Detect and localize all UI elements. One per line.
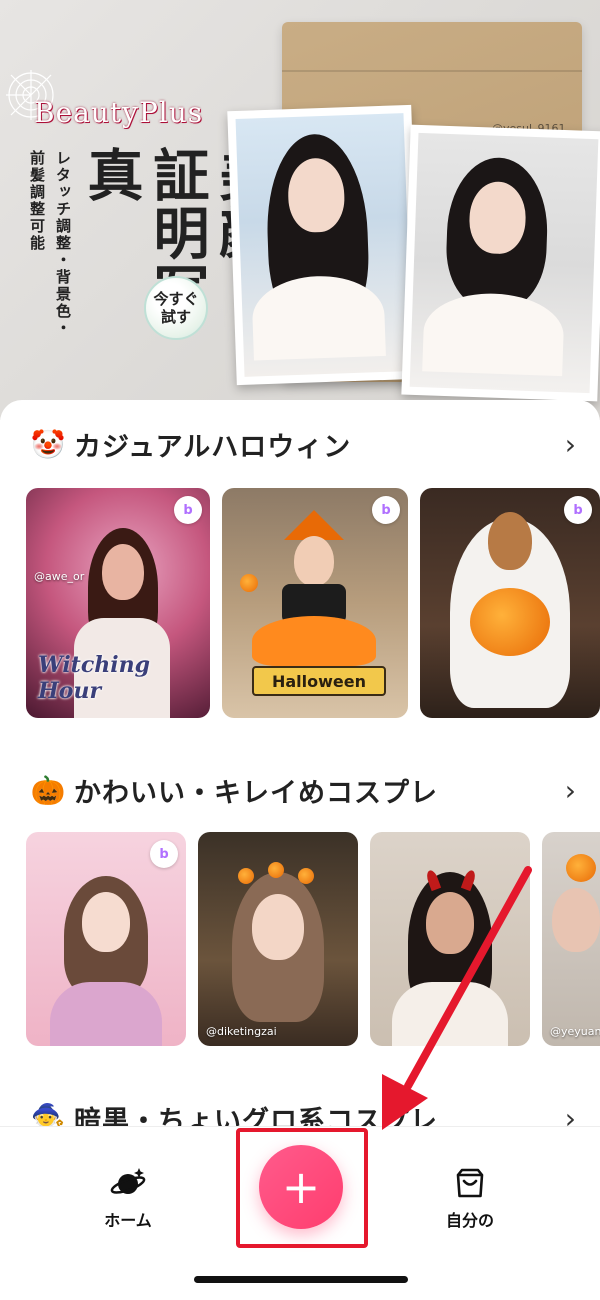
- annotation-highlight-box: [236, 1128, 368, 1248]
- banner-subtitle: レタッチ調整・背景色・ 前髪調整可能: [28, 150, 72, 337]
- bag-icon: [450, 1163, 490, 1203]
- section-title: カジュアルハロウィン: [74, 431, 352, 463]
- credit-label: @yeyuanla: [550, 1025, 600, 1038]
- banner-underline: [250, 378, 356, 381]
- beauty-badge-icon: b: [150, 840, 178, 868]
- template-card[interactable]: Halloween b: [222, 488, 408, 718]
- nav-mine[interactable]: 自分の: [410, 1163, 530, 1231]
- template-card[interactable]: b: [420, 488, 600, 718]
- template-card[interactable]: @awe_or Witching Hour b: [26, 488, 210, 718]
- beautyplus-logo: BeautyPlus: [34, 96, 204, 129]
- template-card[interactable]: b: [26, 832, 186, 1046]
- id-photo-left: [227, 104, 421, 386]
- credit-label: @diketingzai: [206, 1025, 277, 1038]
- beauty-badge-icon: b: [174, 496, 202, 524]
- promo-banner[interactable]: @yesul_9161 BeautyPlus 美顔証明写真 レタッチ調整・背景色…: [0, 0, 600, 420]
- section-header-casual-halloween[interactable]: 🤡 カジュアルハロウィン ›: [28, 424, 576, 464]
- planet-icon: [108, 1163, 148, 1203]
- template-card[interactable]: [370, 832, 530, 1046]
- beauty-badge-icon: b: [372, 496, 400, 524]
- template-card[interactable]: @diketingzai: [198, 832, 358, 1046]
- section-header-cute-cosplay[interactable]: 🎃 かわいい・キレイめコスプレ ›: [28, 770, 576, 810]
- nav-home-label: ホーム: [104, 1211, 152, 1230]
- nav-mine-label: 自分の: [445, 1211, 494, 1230]
- credit-label: @awe_or: [34, 570, 85, 583]
- chevron-right-icon[interactable]: ›: [565, 774, 576, 807]
- pumpkin-icon: 🎃: [30, 773, 66, 807]
- halloween-banner: Halloween: [252, 666, 386, 696]
- try-now-badge[interactable]: 今すぐ 試す: [144, 276, 208, 340]
- beauty-badge-icon: b: [564, 496, 592, 524]
- witching-hour-text: Witching Hour: [38, 652, 150, 704]
- section-title: かわいい・キレイめコスプレ: [74, 777, 438, 809]
- chevron-right-icon[interactable]: ›: [565, 428, 576, 461]
- nav-home[interactable]: ホーム: [68, 1163, 188, 1231]
- home-indicator: [194, 1276, 408, 1283]
- id-photo-right: [401, 124, 600, 402]
- template-card[interactable]: @yeyuanla: [542, 832, 600, 1046]
- clown-icon: 🤡: [30, 427, 66, 461]
